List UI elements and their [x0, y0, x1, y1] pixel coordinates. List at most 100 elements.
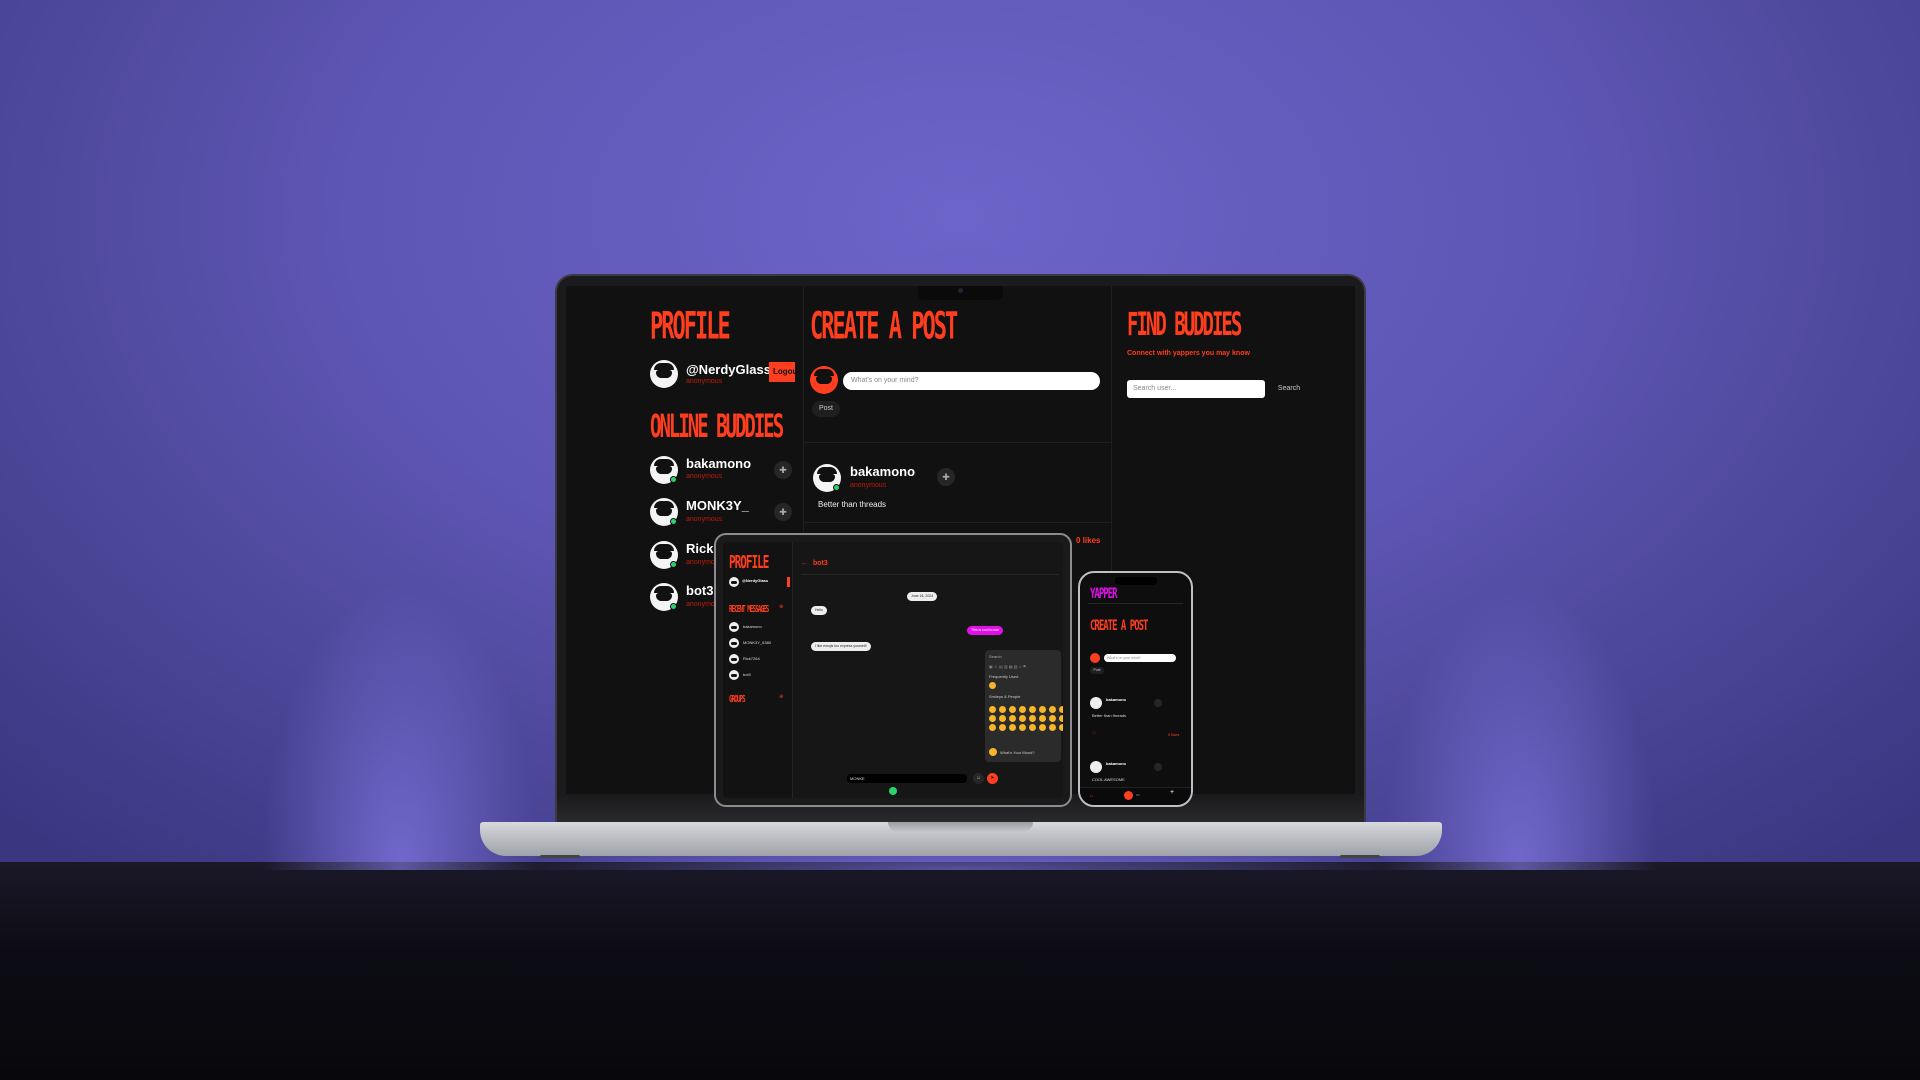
emoji-icon[interactable] [1019, 715, 1026, 722]
plus-icon[interactable]: + [1170, 789, 1174, 796]
emoji-picker[interactable]: Search ▣ ☺ ▤ ▥ ▦ ▧ ♫ ⚑ Frequently Used S… [985, 650, 1063, 762]
emoji-icon[interactable] [1039, 724, 1046, 731]
laptop-cutout [888, 822, 1033, 832]
emoji-footer-label: What's Your Mood? [1000, 750, 1035, 755]
avatar[interactable] [1090, 697, 1102, 709]
emoji-icon[interactable] [1019, 706, 1026, 713]
post-author: bakamono [1106, 761, 1127, 766]
add-group-icon[interactable]: ⊕ [779, 694, 783, 700]
feed-divider [804, 442, 1111, 443]
home-icon[interactable]: ⌂ [1090, 793, 1093, 799]
buddy-subtitle: anonymous [686, 516, 723, 523]
post-button[interactable]: Post [1090, 667, 1104, 674]
post-input[interactable]: What's on your mind? [843, 372, 1100, 390]
add-buddy-icon[interactable]: ✚ [937, 468, 955, 486]
add-buddy-icon[interactable] [1154, 699, 1162, 707]
emoji-grid [989, 706, 1063, 731]
laptop-foot [540, 855, 580, 858]
find-buddies-subtitle: Connect with yappers you may know [1127, 350, 1250, 357]
post-likes[interactable]: 0 likes [1076, 536, 1100, 545]
buddy-name: bakamono [686, 456, 752, 471]
emoji-icon [989, 748, 997, 756]
contact-name[interactable]: Rick7264 [743, 656, 760, 661]
emoji-icon[interactable] [989, 715, 996, 722]
online-buddies-heading: ONLINE BUDDIES [650, 408, 784, 446]
add-buddy-icon[interactable] [1154, 763, 1162, 771]
emoji-categories-icon[interactable]: ▣ ☺ ▤ ▥ ▦ ▧ ♫ ⚑ [989, 664, 1026, 669]
emoji-icon[interactable] [1009, 724, 1016, 731]
emoji-icon[interactable] [1059, 724, 1063, 731]
send-icon[interactable]: ➤ [987, 773, 998, 784]
post-author: bakamono [850, 464, 916, 479]
avatar [729, 622, 739, 632]
create-post-heading: CREATE A POST [1090, 619, 1148, 635]
search-button[interactable]: Search [1272, 380, 1306, 398]
camera-icon [958, 288, 963, 293]
post-input[interactable]: What's on your mind? [1104, 654, 1176, 662]
emoji-icon[interactable] [999, 724, 1006, 731]
emoji-icon[interactable] [1059, 715, 1063, 722]
chat-header-divider [801, 574, 1059, 575]
add-buddy-icon[interactable]: ✚ [774, 461, 792, 479]
tablet-sidebar: PROFILE @NerdyGlass RECENT MESSAGES ⊕ ba… [723, 542, 793, 798]
laptop-foot [1340, 855, 1380, 858]
logout-button[interactable] [787, 577, 790, 587]
emoji-icon[interactable] [989, 706, 996, 713]
emoji-toggle-icon[interactable]: ☺ [973, 773, 984, 784]
emoji-icon[interactable] [1009, 715, 1016, 722]
emoji-icon[interactable] [1039, 715, 1046, 722]
heart-icon[interactable]: ♡ [1092, 731, 1096, 737]
record-icon[interactable] [1124, 791, 1133, 800]
chat-title: bot3 [813, 560, 828, 567]
emoji-icon[interactable] [999, 706, 1006, 713]
avatar [729, 670, 739, 680]
recent-messages-heading: RECENT MESSAGES [729, 604, 769, 616]
post-button[interactable]: Post [812, 401, 840, 417]
emoji-search[interactable]: Search [989, 654, 1002, 659]
back-arrow-icon[interactable]: ← [801, 560, 808, 567]
avatar[interactable] [650, 360, 678, 388]
avatar [810, 366, 838, 394]
message-bubble: Hello [811, 606, 827, 615]
contact-name[interactable]: bot3 [743, 672, 751, 677]
message-input[interactable]: MONKE [847, 774, 967, 783]
emoji-icon[interactable] [1009, 706, 1016, 713]
find-buddies-heading: FIND BUDDIES [1127, 306, 1242, 344]
brand-logo: YAPPER [1090, 587, 1117, 603]
emoji-icon[interactable] [999, 715, 1006, 722]
chat-icon[interactable]: ▭ [1136, 792, 1140, 797]
message-bubble: This is cool to use [967, 626, 1004, 635]
emoji-icon[interactable] [1039, 706, 1046, 713]
header-divider [1088, 603, 1183, 604]
avatar [729, 577, 739, 587]
contact-name[interactable]: bakamono [743, 624, 762, 629]
avatar[interactable] [1090, 761, 1102, 773]
emoji-icon[interactable] [1059, 706, 1063, 713]
emoji-icon[interactable] [1029, 706, 1036, 713]
online-status-dot [670, 603, 677, 610]
buddy-name: bot3 [686, 583, 714, 598]
phone-device: YAPPER CREATE A POST What's on your mind… [1078, 571, 1193, 807]
emoji-icon[interactable] [1049, 724, 1056, 731]
tablet-device: PROFILE @NerdyGlass RECENT MESSAGES ⊕ ba… [714, 533, 1072, 807]
emoji-icon[interactable] [1049, 706, 1056, 713]
logout-button[interactable]: Logout [769, 362, 795, 382]
post-text: Better than threads [1092, 713, 1127, 718]
post-likes[interactable]: 0 likes [1168, 732, 1179, 737]
home-indicator-icon [889, 787, 897, 795]
emoji-icon[interactable] [989, 724, 996, 731]
profile-heading: PROFILE [650, 306, 731, 349]
emoji-icon[interactable] [1029, 724, 1036, 731]
emoji-section-label: Smileys & People [989, 694, 1021, 699]
emoji-icon[interactable] [1029, 715, 1036, 722]
search-user-input[interactable]: Search user... [1127, 380, 1265, 398]
add-buddy-icon[interactable]: ✚ [774, 503, 792, 521]
add-chat-icon[interactable]: ⊕ [779, 604, 783, 610]
avatar [1090, 653, 1100, 663]
message-bubble: I like emojis too express yourself! [811, 642, 871, 651]
emoji-icon[interactable] [989, 682, 996, 689]
online-status-dot [670, 518, 677, 525]
contact-name[interactable]: MONK3Y_6380 [743, 640, 771, 645]
emoji-icon[interactable] [1049, 715, 1056, 722]
emoji-icon[interactable] [1019, 724, 1026, 731]
